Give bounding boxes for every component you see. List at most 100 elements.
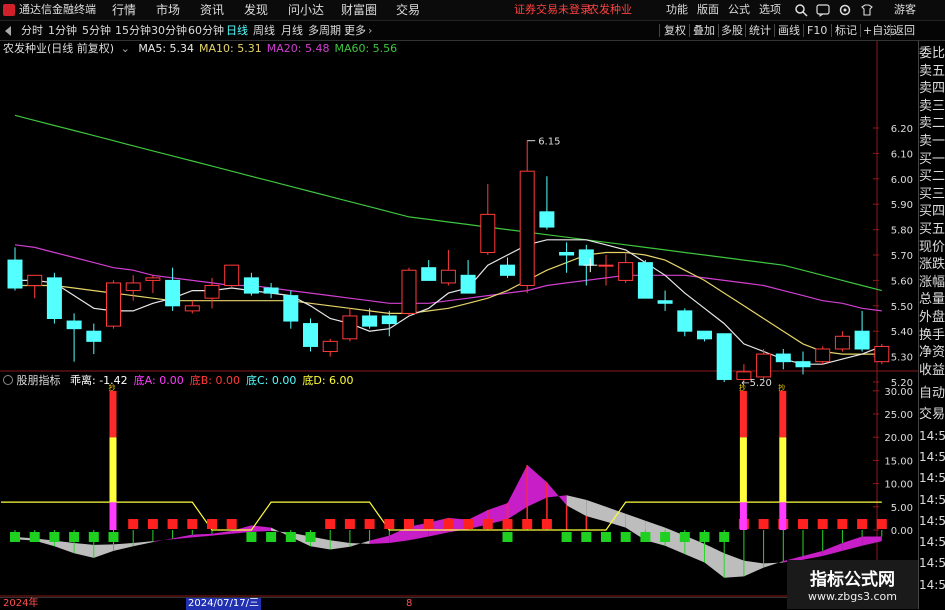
price-tick-label: 5.90 bbox=[891, 200, 913, 211]
candle bbox=[283, 290, 299, 329]
trade-time-label: 14:56 bbox=[919, 577, 945, 592]
bias-area-segment bbox=[724, 553, 744, 578]
green-signal-square bbox=[719, 532, 730, 542]
candle-body bbox=[46, 277, 62, 319]
bias-area-segment bbox=[192, 533, 212, 538]
indicator-info-bar: 股朋指标 乖离: -1.42 底A: 0.00 底B: 0.00 底C: 0.00 底D… bbox=[0, 373, 354, 389]
indicator-settings-icon[interactable] bbox=[3, 375, 13, 385]
date-axis: 2024年 2024/07/17/三 8 bbox=[0, 597, 918, 610]
candle-body bbox=[815, 348, 831, 363]
candle bbox=[27, 274, 43, 299]
charts-canvas[interactable]: 6.20 6.10 6.00 5.90 5.80 5.70 5.60 5.50 5.40 5.30… bbox=[0, 0, 918, 597]
red-signal-square bbox=[541, 519, 552, 529]
candle bbox=[145, 275, 161, 294]
price-tick-label: 5.70 bbox=[891, 251, 913, 262]
red-signal-square bbox=[798, 519, 808, 529]
red-signal-square bbox=[147, 519, 158, 529]
bias-area-segment bbox=[606, 506, 626, 528]
bottom-signal-spike bbox=[109, 502, 117, 530]
bias-area-segment bbox=[546, 482, 567, 506]
spike-signal-label: 抄 bbox=[739, 383, 746, 392]
high-price-label: 6.15 bbox=[538, 137, 560, 148]
price-tick-label: 6.20 bbox=[891, 124, 913, 135]
candle-body bbox=[637, 262, 653, 299]
bias-area-segment bbox=[586, 499, 606, 522]
candle-body bbox=[362, 315, 378, 327]
candle-body bbox=[834, 335, 850, 350]
candle-body bbox=[716, 333, 732, 380]
green-signal-square bbox=[502, 532, 513, 542]
trade-time-label: 14:56 bbox=[919, 471, 945, 486]
candle bbox=[303, 318, 318, 352]
bias-area-segment bbox=[803, 550, 823, 560]
indicator-name[interactable]: 股朋指标 bbox=[17, 374, 61, 387]
green-signal-square bbox=[88, 532, 99, 542]
candle-body bbox=[854, 330, 870, 350]
candle bbox=[421, 260, 437, 281]
candle-body bbox=[204, 284, 220, 299]
red-signal-square bbox=[857, 519, 868, 529]
candle bbox=[697, 330, 712, 342]
indicator-field: 底B: 0.00 bbox=[189, 374, 240, 387]
candle bbox=[263, 282, 279, 299]
red-signal-square bbox=[522, 519, 533, 529]
red-signal-square bbox=[384, 519, 395, 529]
candle bbox=[322, 338, 338, 357]
candle bbox=[598, 255, 614, 286]
candle bbox=[342, 308, 358, 342]
indicator-tick-label: 10.00 bbox=[884, 480, 913, 491]
candle-body bbox=[224, 264, 240, 286]
candle bbox=[66, 313, 82, 362]
trade-time-label: 14:56 bbox=[919, 449, 945, 464]
trade-time-label: 14:56 bbox=[919, 513, 945, 528]
red-signal-square bbox=[128, 519, 139, 529]
red-signal-square bbox=[207, 519, 217, 529]
candle bbox=[815, 346, 831, 365]
bias-area-segment bbox=[74, 542, 94, 558]
candle-body bbox=[7, 259, 23, 289]
candle bbox=[539, 176, 555, 230]
trade-time-label: 14:56 bbox=[919, 535, 945, 550]
bias-area-segment bbox=[152, 538, 173, 543]
quote-field-label: 收益 bbox=[919, 362, 945, 378]
date-year-label: 2024年 bbox=[3, 598, 39, 609]
candle-body bbox=[775, 353, 791, 363]
red-signal-square bbox=[443, 519, 454, 529]
bias-area-segment bbox=[93, 544, 114, 558]
candle bbox=[618, 252, 634, 283]
bias-area-segment bbox=[527, 465, 547, 507]
candle-body bbox=[756, 353, 772, 378]
candle bbox=[559, 242, 575, 273]
candle-body bbox=[27, 274, 43, 286]
spike-signal-label: 抄 bbox=[778, 383, 785, 392]
green-signal-square bbox=[679, 532, 690, 542]
red-signal-square bbox=[482, 519, 493, 529]
quote-field-label: 卖三 bbox=[919, 98, 945, 114]
red-signal-square bbox=[817, 519, 828, 529]
bottom-signal-spike bbox=[109, 437, 117, 503]
bottom-signal-spike bbox=[109, 390, 117, 438]
quote-field-label: 买三 bbox=[919, 186, 945, 202]
price-tick-label: 5.30 bbox=[891, 353, 913, 364]
bias-area-segment bbox=[763, 561, 784, 568]
quote-field-label: 卖一 bbox=[919, 134, 945, 149]
red-signal-square bbox=[876, 519, 887, 529]
green-signal-square bbox=[660, 532, 671, 542]
indicator-tick-label: 15.00 bbox=[884, 456, 913, 467]
green-signal-square bbox=[699, 532, 710, 542]
candle-body bbox=[421, 267, 437, 281]
bottom-signal-spike bbox=[779, 437, 787, 503]
auto-trade-label: 交易 bbox=[919, 407, 945, 423]
candle-body bbox=[539, 211, 555, 228]
candle-body bbox=[145, 277, 161, 281]
red-signal-square bbox=[325, 519, 336, 529]
indicator-tick-label: 5.00 bbox=[891, 503, 913, 514]
candle bbox=[500, 257, 515, 278]
candle-body bbox=[578, 249, 594, 266]
candle bbox=[224, 264, 240, 289]
price-tick-label: 6.00 bbox=[891, 175, 913, 186]
candle-body bbox=[243, 277, 259, 294]
candle bbox=[46, 272, 62, 324]
indicator-field: 底C: 0.00 bbox=[245, 374, 297, 387]
candle-body bbox=[697, 330, 712, 340]
